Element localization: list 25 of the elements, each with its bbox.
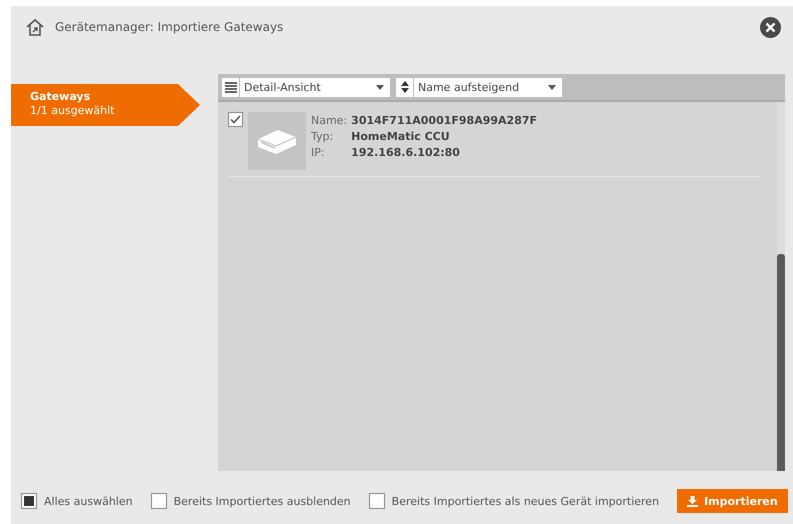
field-label: Typ:: [311, 130, 334, 143]
checkbox[interactable]: [228, 112, 243, 127]
field-label: IP:: [311, 146, 326, 159]
checkbox[interactable]: [21, 493, 37, 509]
sort-dropdown[interactable]: Name aufsteigend: [414, 78, 562, 96]
option-label: Bereits Importiertes ausblenden: [174, 494, 351, 508]
home-icon: [25, 17, 45, 37]
field-value: HomeMatic CCU: [351, 130, 451, 143]
download-icon: [687, 496, 698, 506]
option-label: Alles auswählen: [44, 494, 133, 508]
field-label: Name:: [311, 114, 348, 127]
caret-icon: [548, 84, 556, 90]
field-value: 192.168.6.102:80: [351, 146, 461, 159]
view-dropdown[interactable]: Detail-Ansicht: [240, 78, 390, 96]
scrollbar[interactable]: [777, 102, 785, 471]
gateway-thumbnail: [248, 112, 306, 170]
window-title: Gerätemanager: Importiere Gateways: [55, 20, 284, 34]
list-icon: [224, 82, 236, 92]
checkbox[interactable]: [150, 493, 167, 509]
field-value: 3014F711A0001F98A99A287F: [351, 114, 538, 127]
close-icon[interactable]: [760, 16, 781, 38]
sort-icon: [400, 81, 408, 93]
option-label: Bereits Importiertes als neues Gerät importieren: [392, 494, 660, 508]
checkbox[interactable]: [368, 493, 385, 509]
caret-icon: [376, 84, 384, 90]
